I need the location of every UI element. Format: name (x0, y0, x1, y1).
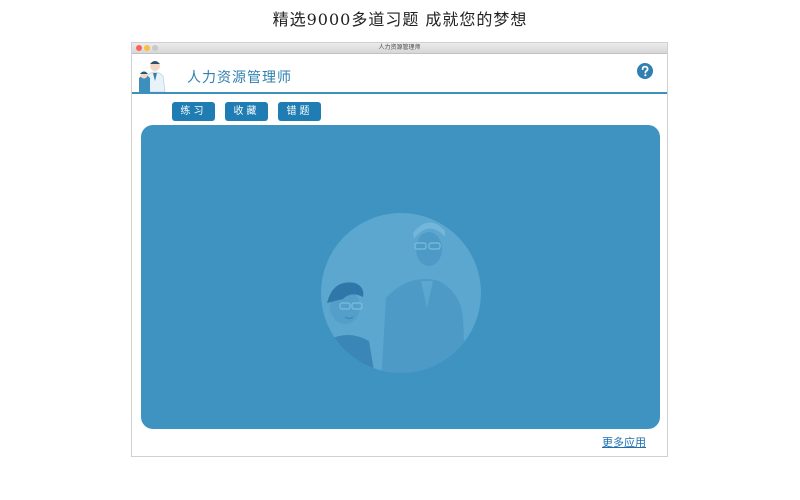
more-apps-link[interactable]: 更多应用 (602, 434, 646, 450)
tab-practice[interactable]: 练习 (172, 102, 215, 121)
app-title: 人力资源管理师 (187, 70, 292, 86)
avatar-icon (139, 61, 166, 92)
promo-headline: 精选9000多道习题 成就您的梦想 (272, 10, 528, 29)
tab-wrong-questions[interactable]: 错题 (278, 102, 321, 121)
people-illustration (321, 213, 481, 373)
help-icon[interactable] (637, 63, 653, 79)
app-window: 人力资源管理师 人力资源管理师 练习 收藏 错题 更多应用 (131, 42, 668, 457)
window-titlebar: 人力资源管理师 (132, 43, 667, 54)
app-header: 人力资源管理师 (132, 54, 667, 94)
tab-favorites[interactable]: 收藏 (225, 102, 268, 121)
window-title: 人力资源管理师 (378, 44, 421, 51)
content-panel (141, 125, 660, 429)
